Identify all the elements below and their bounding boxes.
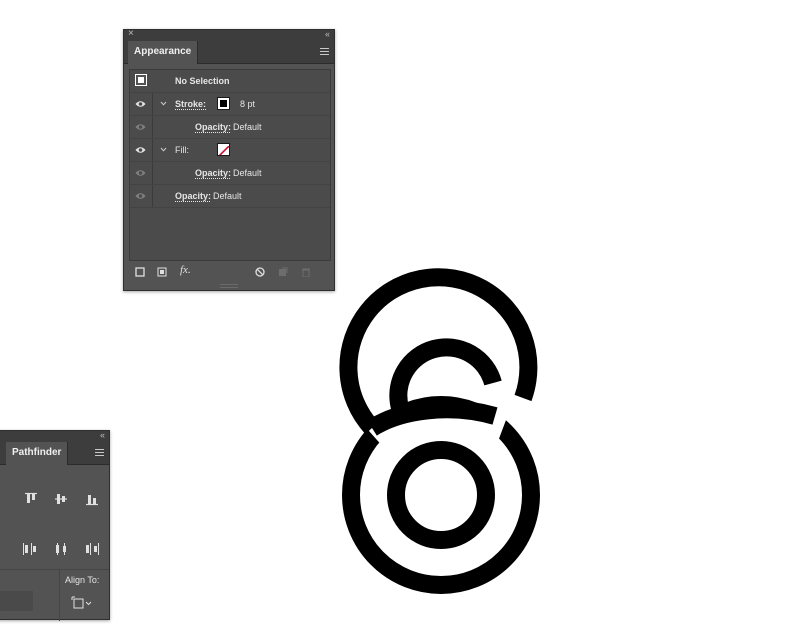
opacity-value: Default: [213, 191, 242, 201]
eye-icon[interactable]: [135, 123, 146, 131]
tab-pathfinder[interactable]: Pathfinder: [6, 442, 69, 465]
appearance-header-row[interactable]: No Selection: [130, 70, 330, 93]
opacity-label[interactable]: Opacity:: [195, 116, 231, 138]
fill-label[interactable]: Fill:: [175, 139, 189, 161]
stroke-opacity-row[interactable]: Opacity: Default: [130, 116, 330, 139]
align-bottom-icon[interactable]: [85, 492, 99, 506]
visibility-toggle[interactable]: [130, 116, 153, 138]
fill-none-swatch[interactable]: [217, 143, 230, 156]
distribute-center-icon[interactable]: [53, 542, 69, 556]
selection-status: No Selection: [175, 76, 230, 86]
tab-appearance[interactable]: Appearance: [128, 41, 199, 64]
visibility-toggle[interactable]: [130, 139, 153, 161]
panel-titlebar[interactable]: × ‹‹: [124, 28, 334, 41]
distribute-left-icon[interactable]: [22, 542, 38, 556]
eye-icon[interactable]: [135, 192, 146, 200]
opacity-value: Default: [233, 122, 262, 132]
pathfinder-panel: ‹‹ Pathfinder Align To:: [0, 429, 110, 621]
visibility-toggle[interactable]: [130, 162, 153, 184]
add-fill-icon[interactable]: [157, 267, 167, 277]
opacity-label[interactable]: Opacity:: [195, 162, 231, 184]
trash-icon[interactable]: [301, 267, 311, 277]
none-slash-icon: [218, 145, 229, 155]
distribute-right-icon[interactable]: [84, 542, 100, 556]
align-vertical-center-icon[interactable]: [54, 492, 68, 506]
panel-tabrow: Appearance: [124, 41, 334, 64]
stroke-row[interactable]: Stroke: 8 pt: [130, 93, 330, 116]
chevron-down-icon[interactable]: [160, 146, 167, 153]
collapse-icon[interactable]: ‹‹: [100, 429, 105, 441]
resize-handle[interactable]: [220, 284, 238, 288]
stroke-color-swatch[interactable]: [217, 97, 230, 110]
add-stroke-icon[interactable]: [135, 267, 145, 277]
close-icon[interactable]: ×: [128, 28, 134, 40]
appearance-panel: × ‹‹ Appearance No Selection Stroke: 8 p…: [123, 28, 335, 291]
appearance-list: No Selection Stroke: 8 pt Opacity: Defau…: [129, 69, 331, 261]
align-to-dropdown-icon[interactable]: [71, 596, 95, 610]
opacity-label[interactable]: Opacity:: [175, 185, 211, 207]
duplicate-icon[interactable]: [278, 267, 288, 277]
fx-icon[interactable]: fx.: [180, 264, 191, 276]
stroke-label[interactable]: Stroke:: [175, 93, 206, 115]
panel-menu-icon[interactable]: [95, 449, 104, 456]
object-opacity-row[interactable]: Opacity: Default: [130, 185, 330, 208]
eye-icon[interactable]: [135, 146, 146, 154]
appearance-footer: fx.: [124, 264, 334, 282]
clear-icon[interactable]: [255, 267, 265, 277]
opacity-value: Default: [233, 168, 262, 178]
panel-menu-icon[interactable]: [320, 48, 329, 55]
panel-tabrow: Pathfinder: [0, 442, 109, 465]
visibility-toggle[interactable]: [130, 185, 153, 207]
align-top-icon[interactable]: [24, 492, 38, 506]
fill-opacity-row[interactable]: Opacity: Default: [130, 162, 330, 185]
panel-titlebar[interactable]: ‹‹: [0, 429, 109, 442]
stroke-weight[interactable]: 8 pt: [240, 93, 255, 115]
divider: [0, 569, 109, 570]
visibility-toggle[interactable]: [130, 93, 153, 115]
collapse-icon[interactable]: ‹‹: [325, 28, 330, 40]
selection-swatch: [135, 74, 147, 86]
artwork-figure-eight[interactable]: [325, 240, 555, 610]
distribute-spacing-field[interactable]: [0, 591, 33, 611]
fill-row[interactable]: Fill:: [130, 139, 330, 162]
eye-icon[interactable]: [135, 169, 146, 177]
chevron-down-icon[interactable]: [160, 100, 167, 107]
divider: [59, 570, 60, 621]
align-to-label: Align To:: [65, 575, 100, 585]
eye-icon[interactable]: [135, 100, 146, 108]
